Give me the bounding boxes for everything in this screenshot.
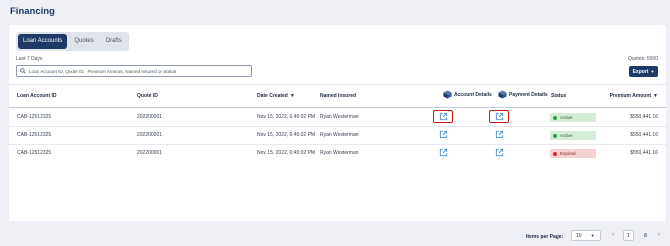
premium-amount-cell: $550,441.16 (630, 150, 658, 156)
header-label: Named Insured (320, 93, 357, 99)
status-badge: Active (550, 131, 596, 140)
date-created-cell: Nov 15, 2022, 6:45:02 PM (257, 114, 316, 120)
quotes-count: Quotes: 5000 (627, 56, 658, 62)
loan-account-id-cell[interactable]: CAB-12512325 (17, 132, 51, 138)
premium-amount-cell: $550,441.16 (630, 114, 658, 120)
named-insured-cell: Ryan Westerman (320, 150, 359, 156)
header-named-insured[interactable]: Named Insured (320, 93, 356, 99)
divider (9, 84, 666, 85)
table-row[interactable]: CAB-12512325 202200001 Nov 15, 2022, 6:4… (9, 127, 666, 145)
loan-account-id-cell[interactable]: CAB-12512325 (17, 114, 51, 120)
header-loan-account-id[interactable]: Loan Account ID (17, 93, 57, 99)
status-label: Active (560, 115, 573, 120)
cube-icon (498, 90, 507, 99)
tab-bar: Loan Accounts Quotes Drafts (16, 32, 129, 51)
sort-down-icon[interactable]: ▼ (290, 93, 295, 99)
premium-amount-cell: $550,441.16 (630, 132, 658, 138)
header-label: Payment Details (509, 91, 548, 98)
header-account-details[interactable]: Account Details (443, 90, 492, 99)
header-payment-details[interactable]: Payment Details (498, 90, 548, 99)
page-8-button[interactable]: 8 (640, 230, 651, 241)
external-link-icon[interactable] (495, 130, 504, 139)
external-link-icon[interactable] (495, 148, 504, 157)
status-label: Active (560, 133, 573, 138)
sort-down-icon[interactable]: ▼ (653, 93, 658, 99)
named-insured-cell: Ryan Westerman (320, 132, 359, 138)
page-title: Financing (10, 6, 55, 17)
header-label: Quote ID (137, 93, 158, 99)
header-label: Premium Amount (609, 93, 652, 99)
cube-icon (443, 90, 452, 99)
chevron-down-icon: ▼ (650, 69, 655, 74)
search-field[interactable] (16, 65, 252, 77)
status-label: Expired (560, 151, 576, 156)
chevron-left-icon[interactable]: ‹ (612, 232, 614, 238)
header-divider (9, 107, 666, 108)
quote-id-cell: 202200001 (137, 150, 163, 156)
items-per-page-value: 10 (576, 232, 582, 239)
page-1-button[interactable]: 1 (623, 230, 634, 241)
date-range-label: Last 7 Days (16, 56, 43, 62)
tab-drafts[interactable]: Drafts (101, 34, 127, 49)
header-label: Account Details (454, 91, 492, 98)
status-dot (553, 133, 557, 138)
quote-id-cell: 202200001 (137, 132, 163, 138)
tab-loan-accounts[interactable]: Loan Accounts (18, 34, 68, 49)
items-per-page-label: Items per Page: (526, 234, 564, 240)
external-link-icon[interactable] (439, 112, 448, 121)
table-row[interactable]: CAB-12512325 202200001 Nov 15, 2022, 6:4… (9, 145, 666, 163)
named-insured-cell: Ryan Westerman (320, 114, 359, 120)
status-badge: Expired (550, 149, 596, 158)
header-premium-amount[interactable]: Premium Amount ▼ (610, 93, 658, 99)
external-link-icon[interactable] (495, 112, 504, 121)
header-label: Status (551, 93, 567, 99)
loan-account-id-cell[interactable]: CAB-12512325 (17, 150, 51, 156)
header-label: Date Created (257, 93, 288, 99)
export-button[interactable]: Export ▼ (629, 66, 658, 77)
external-link-icon[interactable] (439, 148, 448, 157)
pagination: Items per Page: 10 ▼ ‹ 1 8 › (0, 226, 670, 246)
status-dot (553, 115, 557, 120)
export-label: Export (632, 68, 649, 75)
header-date-created[interactable]: Date Created ▼ (257, 93, 295, 99)
chevron-right-icon[interactable]: › (658, 232, 660, 238)
external-link-icon[interactable] (439, 130, 448, 139)
header-label: Loan Account ID (17, 93, 57, 99)
search-icon (20, 68, 26, 74)
financing-card: Loan Accounts Quotes Drafts Last 7 Days … (9, 25, 666, 221)
search-input[interactable] (29, 68, 251, 74)
chevron-down-icon: ▼ (590, 233, 595, 238)
header-status[interactable]: Status (551, 93, 566, 99)
table-row[interactable]: CAB-12512325 202200001 Nov 15, 2022, 6:4… (9, 109, 666, 127)
quote-id-cell: 202200001 (137, 114, 163, 120)
header-quote-id[interactable]: Quote ID (137, 93, 158, 99)
tab-quotes[interactable]: Quotes (69, 34, 98, 49)
status-dot (553, 151, 557, 156)
status-badge: Active (550, 113, 596, 122)
date-created-cell: Nov 15, 2022, 6:45:02 PM (257, 150, 316, 156)
date-created-cell: Nov 15, 2022, 6:45:02 PM (257, 132, 316, 138)
items-per-page-select[interactable]: 10 ▼ (571, 230, 601, 241)
